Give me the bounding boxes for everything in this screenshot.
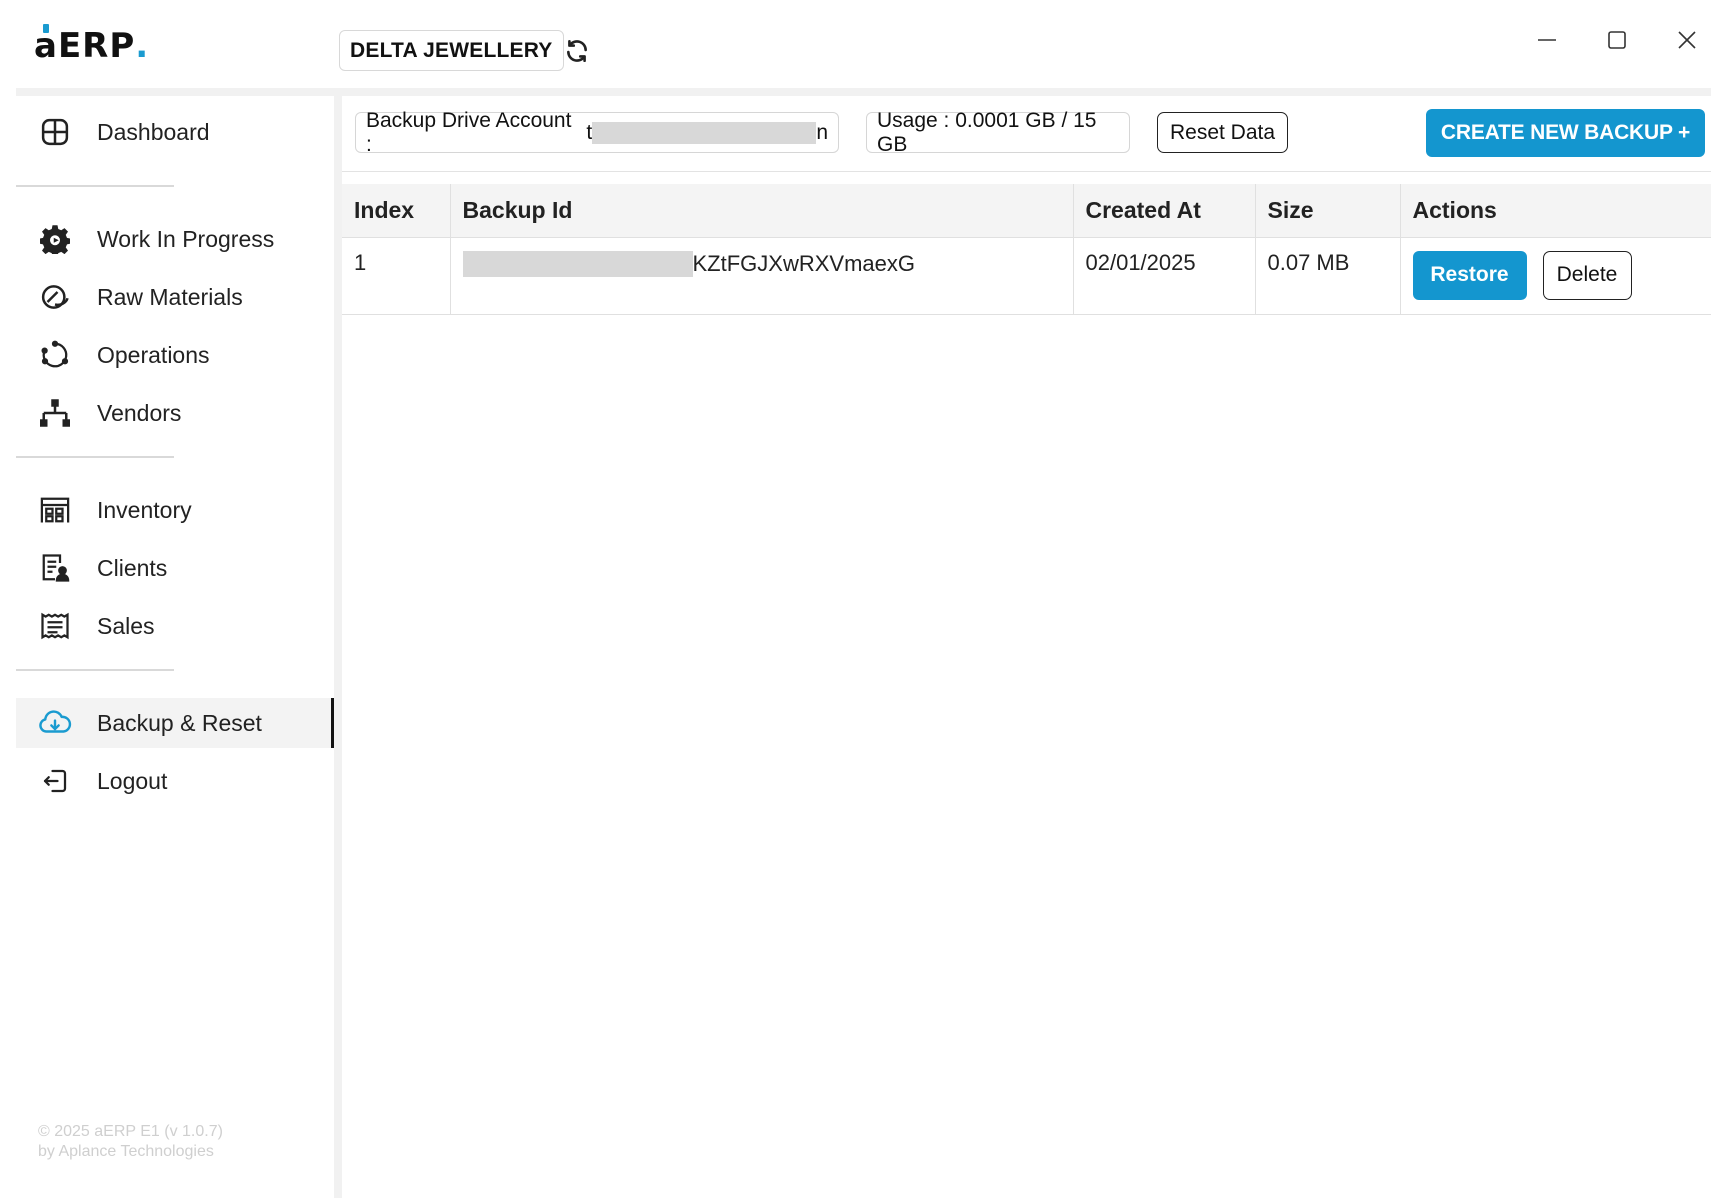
create-new-backup-button[interactable]: CREATE NEW BACKUP + <box>1426 109 1705 157</box>
app-window: aERP. DELTA JEWELLERY Dashboard Work In … <box>0 0 1727 1198</box>
sidebar-item-vendors[interactable]: Vendors <box>16 388 334 438</box>
sidebar-item-operations[interactable]: Operations <box>16 330 334 380</box>
logo-dot: . <box>135 26 150 66</box>
sidebar-item-clients[interactable]: Clients <box>16 543 334 593</box>
refresh-button[interactable] <box>562 36 592 66</box>
sidebar-item-label: Sales <box>97 612 155 639</box>
cell-backup-id: KZtFGJXwRXVmaexG <box>450 237 1074 315</box>
company-selector[interactable]: DELTA JEWELLERY <box>339 30 564 71</box>
column-header-created-at: Created At <box>1073 184 1256 238</box>
backup-id-visible: KZtFGJXwRXVmaexG <box>692 250 915 276</box>
sidebar-divider <box>16 185 174 187</box>
delete-button[interactable]: Delete <box>1542 250 1632 300</box>
table-header-row: Index Backup Id Created At Size Actions <box>342 184 1711 238</box>
title-bar: aERP. DELTA JEWELLERY <box>0 0 1727 90</box>
column-header-backup-id: Backup Id <box>450 184 1074 238</box>
close-icon <box>1678 31 1696 49</box>
vendors-icon <box>38 396 72 430</box>
minimize-button[interactable] <box>1529 24 1565 56</box>
drive-account-suffix: n <box>816 120 828 144</box>
sidebar-item-label: Clients <box>97 554 168 581</box>
sidebar-divider <box>16 669 174 671</box>
clients-icon <box>38 551 72 585</box>
maximize-icon <box>1608 31 1626 49</box>
cell-created-at: 02/01/2025 <box>1073 237 1256 315</box>
sidebar-item-backup-reset[interactable]: Backup & Reset <box>16 698 334 748</box>
cell-size: 0.07 MB <box>1255 237 1401 315</box>
column-header-size: Size <box>1255 184 1401 238</box>
drive-account-display: Backup Drive Account : t n <box>355 109 839 156</box>
app-footer: © 2025 aERP E1 (v 1.0.7) by Aplance Tech… <box>38 1122 223 1162</box>
sidebar-item-label: Vendors <box>97 399 182 426</box>
sidebar-item-dashboard[interactable]: Dashboard <box>16 107 334 157</box>
sidebar: Dashboard Work In Progress Raw Materials… <box>16 96 334 1198</box>
footer-version: © 2025 aERP E1 (v 1.0.7) <box>38 1123 223 1140</box>
close-button[interactable] <box>1669 24 1705 56</box>
cell-actions: Restore Delete <box>1400 237 1711 315</box>
dashboard-icon <box>38 115 72 149</box>
operations-icon <box>38 338 72 372</box>
maximize-button[interactable] <box>1599 24 1635 56</box>
sidebar-item-label: Backup & Reset <box>97 709 262 736</box>
sidebar-item-logout[interactable]: Logout <box>16 756 334 806</box>
backups-table: Index Backup Id Created At Size Actions … <box>342 184 1711 315</box>
minimize-icon <box>1538 39 1556 41</box>
redacted-email <box>592 121 817 144</box>
sales-icon <box>38 609 72 643</box>
cloud-download-icon <box>38 706 72 740</box>
sidebar-item-label: Raw Materials <box>97 283 243 310</box>
gear-icon <box>38 222 72 256</box>
sidebar-item-raw-materials[interactable]: Raw Materials <box>16 272 334 322</box>
refresh-icon <box>567 39 587 63</box>
app-logo: aERP. <box>34 22 149 66</box>
sidebar-item-label: Work In Progress <box>97 225 275 252</box>
logout-icon <box>38 764 72 798</box>
sidebar-item-work-in-progress[interactable]: Work In Progress <box>16 214 334 264</box>
raw-materials-icon <box>38 280 72 314</box>
redacted-backup-id <box>462 250 693 277</box>
table-row: 1 KZtFGJXwRXVmaexG 02/01/2025 0.07 MB Re… <box>342 237 1711 315</box>
inventory-icon <box>38 493 72 527</box>
sidebar-item-sales[interactable]: Sales <box>16 601 334 651</box>
column-header-actions: Actions <box>1400 184 1711 238</box>
sidebar-item-label: Inventory <box>97 496 192 523</box>
sidebar-item-inventory[interactable]: Inventory <box>16 485 334 535</box>
column-header-index: Index <box>342 184 451 238</box>
sidebar-item-label: Operations <box>97 341 210 368</box>
restore-button[interactable]: Restore <box>1412 250 1527 300</box>
sidebar-item-label: Dashboard <box>97 118 210 145</box>
cell-index: 1 <box>342 237 451 315</box>
backup-toolbar: Backup Drive Account : t n Usage : 0.000… <box>342 96 1711 172</box>
sidebar-item-label: Logout <box>97 767 168 794</box>
reset-data-button[interactable]: Reset Data <box>1157 112 1288 153</box>
drive-account-label: Backup Drive Account : <box>366 108 572 156</box>
logo-text: aERP <box>34 24 136 66</box>
footer-company: by Aplance Technologies <box>38 1143 214 1160</box>
main-content: Backup Drive Account : t n Usage : 0.000… <box>342 96 1711 1198</box>
usage-display: Usage : 0.0001 GB / 15 GB <box>866 109 1130 156</box>
sidebar-divider <box>16 456 174 458</box>
